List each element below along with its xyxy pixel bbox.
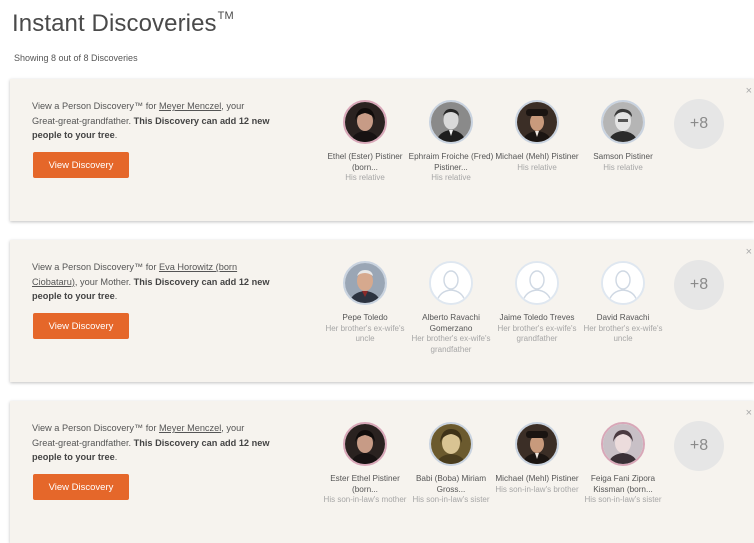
person-item[interactable]: Michael (Mehl) Pistiner His son-in-law's…: [494, 419, 580, 495]
person-relation: His son-in-law's sister: [584, 495, 662, 504]
photo-man-hat-icon: [515, 100, 559, 144]
description-suffix: .: [114, 130, 118, 140]
more-people-badge[interactable]: +8: [674, 260, 724, 310]
ancestor-link[interactable]: Meyer Menczel: [159, 101, 221, 111]
photo-woman-icon: [601, 422, 645, 466]
person-name: Ephraim Froiche (Fred) Pistiner...: [408, 152, 494, 172]
person-item[interactable]: Ester Ethel Pistiner (born... His son-in…: [322, 419, 408, 506]
person-item[interactable]: Michael (Mehl) Pistiner His relative: [494, 97, 580, 173]
person-item[interactable]: Pepe Toledo Her brother's ex-wife's uncl…: [322, 258, 408, 345]
person-relation: His relative: [517, 162, 557, 172]
page-title-text: Instant Discoveries: [12, 10, 217, 37]
description-suffix: .: [114, 452, 118, 462]
person-name: David Ravachi: [596, 313, 650, 322]
view-discovery-button[interactable]: View Discovery: [33, 474, 129, 500]
person-relation: His relative: [345, 173, 385, 182]
person-item[interactable]: Alberto Ravachi Gomerzano Her brother's …: [408, 258, 494, 355]
discovery-card: × View a Person Discovery™ for Eva Horow…: [10, 240, 754, 382]
person-relation: His son-in-law's sister: [412, 495, 490, 504]
silhouette-male-icon: [429, 261, 473, 305]
person-relation: His relative: [431, 173, 471, 182]
person-name: Pepe Toledo: [342, 313, 388, 322]
person-item[interactable]: Jaime Toledo Treves Her brother's ex-wif…: [494, 258, 580, 345]
person-relation: Her brother's ex-wife's uncle: [325, 323, 405, 344]
photo-sepia-woman-icon: [429, 422, 473, 466]
photo-man-hat-icon: [515, 422, 559, 466]
person-relation: His relative: [603, 162, 643, 172]
person-item[interactable]: David Ravachi Her brother's ex-wife's un…: [580, 258, 666, 345]
photo-bw-man-icon: [429, 100, 473, 144]
photo-bw-man-icon: [601, 100, 645, 144]
description-suffix: .: [114, 291, 118, 301]
photo-dark-woman-icon: [343, 422, 387, 466]
dismiss-icon[interactable]: ×: [746, 85, 752, 97]
person-name: Ethel (Ester) Pistiner (born...: [327, 152, 403, 172]
person-relation: His son-in-law's mother: [323, 495, 407, 504]
discovery-description: View a Person Discovery™ for Meyer Mencz…: [32, 421, 272, 465]
person-name: Babi (Boba) Miriam Gross...: [415, 474, 487, 494]
discovery-card: × View a Person Discovery™ for Meyer Men…: [10, 79, 754, 221]
description-relation: , your Mother.: [74, 276, 134, 287]
description-prefix: View a Person Discovery™ for: [32, 423, 159, 433]
person-item[interactable]: Babi (Boba) Miriam Gross... His son-in-l…: [408, 419, 494, 506]
ancestor-link[interactable]: Meyer Menczel: [159, 423, 221, 433]
person-relation: Her brother's ex-wife's grandfather: [411, 334, 491, 354]
person-item[interactable]: Feiga Fani Zipora Kissman (born... His s…: [580, 419, 666, 506]
person-name: Michael (Mehl) Pistiner: [495, 152, 579, 161]
more-people-badge[interactable]: +8: [674, 421, 724, 471]
person-item[interactable]: Ethel (Ester) Pistiner (born... His rela…: [322, 97, 408, 184]
description-prefix: View a Person Discovery™ for: [32, 262, 159, 272]
person-relation: Her brother's ex-wife's grandfather: [497, 323, 577, 344]
person-name: Ester Ethel Pistiner (born...: [330, 474, 400, 494]
person-name: Alberto Ravachi Gomerzano: [422, 313, 480, 333]
dismiss-icon[interactable]: ×: [746, 407, 752, 419]
discovery-description: View a Person Discovery™ for Eva Horowit…: [32, 260, 272, 304]
dismiss-icon[interactable]: ×: [746, 246, 752, 258]
person-item[interactable]: Ephraim Froiche (Fred) Pistiner... His r…: [408, 97, 494, 184]
silhouette-male-icon: [601, 261, 645, 305]
discovery-card: × View a Person Discovery™ for Meyer Men…: [10, 401, 754, 543]
page-title: Instant DiscoveriesTM: [12, 10, 234, 38]
photo-dark-woman-icon: [343, 100, 387, 144]
person-name: Jaime Toledo Treves: [499, 313, 575, 322]
person-item[interactable]: Samson Pistiner His relative: [580, 97, 666, 173]
person-relation: Her brother's ex-wife's uncle: [583, 323, 663, 344]
more-people-badge[interactable]: +8: [674, 99, 724, 149]
discoveries-count: Showing 8 out of 8 Discoveries: [14, 53, 138, 63]
photo-old-man-icon: [343, 261, 387, 305]
person-name: Michael (Mehl) Pistiner: [495, 474, 579, 483]
person-name: Feiga Fani Zipora Kissman (born...: [590, 474, 656, 494]
person-relation: His son-in-law's brother: [495, 484, 579, 494]
view-discovery-button[interactable]: View Discovery: [33, 313, 129, 339]
person-name: Samson Pistiner: [593, 152, 653, 161]
discovery-description: View a Person Discovery™ for Meyer Mencz…: [32, 99, 272, 143]
description-prefix: View a Person Discovery™ for: [32, 101, 159, 111]
trademark: TM: [217, 10, 234, 22]
silhouette-male-icon: [515, 261, 559, 305]
view-discovery-button[interactable]: View Discovery: [33, 152, 129, 178]
